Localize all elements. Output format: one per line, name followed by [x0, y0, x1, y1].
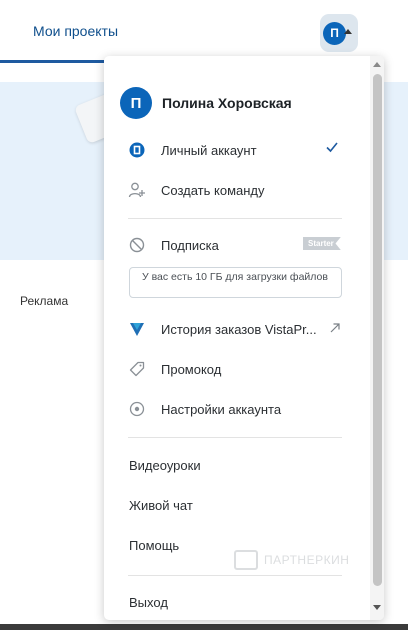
ad-label: Реклама [20, 294, 69, 308]
watermark-icon [234, 550, 258, 570]
vistaprint-logo-icon [128, 320, 146, 338]
menu-item-live-chat[interactable]: Живой чат [129, 498, 193, 513]
menu-item-order-history[interactable]: История заказов VistaPr... [128, 320, 317, 338]
watermark: ПАРТНЕРКИН [234, 550, 349, 570]
menu-item-label: Промокод [161, 361, 222, 377]
menu-item-label: Подписка [161, 237, 219, 253]
menu-item-subscription[interactable]: Подписка [128, 236, 219, 254]
menu-divider [128, 575, 342, 576]
tab-my-projects[interactable]: Мои проекты [33, 23, 118, 39]
settings-icon [128, 400, 146, 418]
user-profile-row: П Полина Хоровская [120, 87, 292, 119]
scrollbar-thumb[interactable] [373, 74, 382, 586]
menu-scrollbar[interactable] [370, 56, 384, 620]
external-link-icon [330, 323, 340, 333]
subscription-badge: Starter [303, 237, 341, 250]
account-dropdown-menu: П Полина Хоровская Личный аккаунт Создат… [104, 56, 384, 620]
scroll-down-icon[interactable] [373, 605, 381, 610]
user-avatar: П [120, 87, 152, 119]
menu-item-account-settings[interactable]: Настройки аккаунта [128, 400, 281, 418]
bottom-edge [0, 624, 408, 630]
watermark-text: ПАРТНЕРКИН [264, 553, 350, 567]
menu-item-logout[interactable]: Выход [129, 595, 168, 610]
menu-item-promo-code[interactable]: Промокод [128, 360, 221, 378]
menu-item-video-lessons[interactable]: Видеоуроки [129, 458, 201, 473]
menu-item-personal-account[interactable]: Личный аккаунт [128, 141, 257, 159]
account-circle-icon [128, 141, 146, 159]
top-header: Мои проекты П [0, 0, 408, 64]
menu-item-label: Настройки аккаунта [161, 401, 282, 417]
active-tab-indicator [0, 60, 104, 63]
tag-icon [128, 360, 146, 378]
menu-item-create-team[interactable]: Создать команду [128, 181, 265, 199]
no-entry-icon [128, 236, 146, 254]
caret-up-icon [344, 29, 352, 34]
menu-item-label: Создать команду [161, 182, 265, 198]
menu-item-help[interactable]: Помощь [129, 538, 179, 553]
account-menu-button[interactable]: П [320, 14, 358, 52]
scroll-up-icon[interactable] [373, 62, 381, 67]
menu-item-label: Личный аккаунт [161, 142, 257, 158]
menu-item-label: История заказов VistaPr... [161, 321, 317, 337]
add-person-icon [128, 181, 146, 199]
checkmark-icon [326, 142, 338, 153]
menu-divider [128, 437, 342, 438]
storage-note: У вас есть 10 ГБ для загрузки файлов [129, 267, 342, 298]
menu-divider [128, 218, 342, 219]
user-name: Полина Хоровская [162, 95, 292, 111]
avatar: П [323, 21, 346, 45]
